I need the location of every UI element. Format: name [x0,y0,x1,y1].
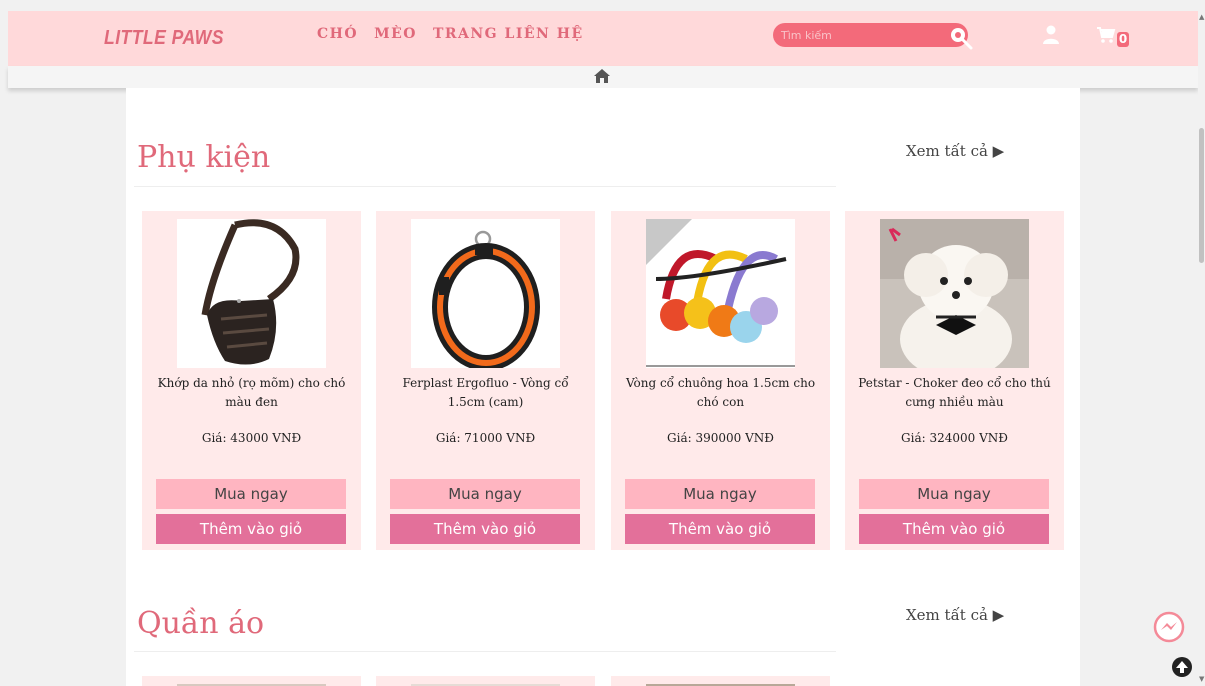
home-icon[interactable] [593,68,611,88]
buy-now-button[interactable]: Mua ngay [156,479,346,509]
main-content: Phụ kiện Xem tất cả ▶ Khớp da nhỏ (rọ mõ… [126,88,1080,686]
scroll-down-arrow-icon[interactable]: ▼ [1199,675,1204,683]
product-price: Giá: 324000 VNĐ [901,431,1008,445]
collar-image [411,219,560,368]
product-card[interactable] [611,676,830,686]
see-all-link[interactable]: Xem tất cả ▶ [906,142,1004,160]
product-name[interactable]: Ferplast Ergofluo - Vòng cổ 1.5cm (cam) [386,374,585,412]
scroll-up-arrow-icon[interactable]: ▲ [1199,13,1204,21]
back-to-top-icon[interactable] [1171,656,1193,682]
poodle-choker-image [880,219,1029,368]
product-card[interactable]: Vòng cổ chuông hoa 1.5cm cho chó con Giá… [611,211,830,550]
section-divider [134,186,836,187]
messenger-icon[interactable] [1152,610,1186,648]
product-image[interactable] [411,219,560,368]
cart-icon[interactable] [1096,26,1116,48]
section-title-phu-kien: Phụ kiện [137,140,271,175]
user-icon[interactable] [1042,25,1060,49]
product-name[interactable]: Vòng cổ chuông hoa 1.5cm cho chó con [621,374,820,412]
add-to-cart-button[interactable]: Thêm vào giỏ [390,514,580,544]
nav-item-cho[interactable]: CHÓ [317,26,358,42]
nav-item-meo[interactable]: MÈO [374,26,417,42]
add-to-cart-button[interactable]: Thêm vào giỏ [156,514,346,544]
nav-item-lien-he[interactable]: TRANG LIÊN HỆ [433,26,584,42]
product-name[interactable]: Khớp da nhỏ (rọ mõm) cho chó màu đen [152,374,351,412]
main-nav: CHÓ MÈO TRANG LIÊN HỆ [317,26,584,42]
product-name[interactable]: Petstar - Choker đeo cổ cho thú cưng nhi… [855,374,1054,412]
add-to-cart-button[interactable]: Thêm vào giỏ [625,514,815,544]
product-image[interactable] [177,219,326,368]
search-box [773,23,968,47]
product-card[interactable] [376,676,595,686]
see-all-link[interactable]: Xem tất cả ▶ [906,606,1004,624]
top-navbar: LITTLE PAWS CHÓ MÈO TRANG LIÊN HỆ 0 [8,11,1198,66]
buy-now-button[interactable]: Mua ngay [390,479,580,509]
product-price: Giá: 43000 VNĐ [201,431,302,445]
product-card[interactable]: Petstar - Choker đeo cổ cho thú cưng nhi… [845,211,1064,550]
search-input[interactable] [781,27,941,43]
buy-now-button[interactable]: Mua ngay [625,479,815,509]
product-image[interactable] [880,219,1029,368]
cart-count-badge: 0 [1117,32,1129,47]
muzzle-image [177,219,326,368]
breadcrumb-bar [8,66,1198,88]
buy-now-button[interactable]: Mua ngay [859,479,1049,509]
product-card[interactable] [142,676,361,686]
scrollbar-track[interactable] [1198,11,1205,686]
product-price: Giá: 71000 VNĐ [435,431,536,445]
bell-collars-image [646,219,795,368]
add-to-cart-button[interactable]: Thêm vào giỏ [859,514,1049,544]
section-divider [134,651,836,652]
product-card[interactable]: Ferplast Ergofluo - Vòng cổ 1.5cm (cam) … [376,211,595,550]
product-price: Giá: 390000 VNĐ [667,431,774,445]
section-title-quan-ao: Quần áo [137,606,265,641]
brand-logo[interactable]: LITTLE PAWS [104,27,224,50]
product-image[interactable] [646,219,795,368]
scrollbar-thumb[interactable] [1199,128,1204,263]
product-card[interactable]: Khớp da nhỏ (rọ mõm) cho chó màu đen Giá… [142,211,361,550]
search-icon[interactable] [948,25,978,59]
